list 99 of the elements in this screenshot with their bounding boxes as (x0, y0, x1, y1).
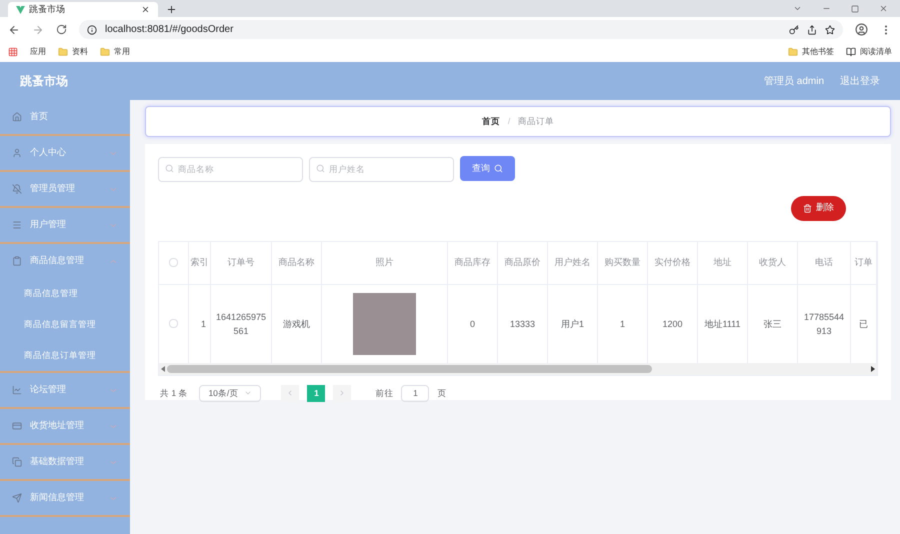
back-icon[interactable] (8, 24, 20, 36)
chevron-down-icon (244, 389, 252, 397)
forward-icon[interactable] (32, 24, 44, 36)
page-button[interactable]: 1 (307, 384, 326, 402)
menu-item-icon (12, 220, 22, 230)
submenu-item[interactable]: 商品信息订单管理 (0, 340, 130, 371)
app-title: 跳蚤市场 (20, 73, 69, 90)
column-header: 用户姓名 (554, 256, 590, 269)
key-icon[interactable] (789, 24, 799, 34)
table-cell-text: 地址1111 (703, 318, 742, 330)
folder-icon (58, 47, 68, 57)
sidebar-item[interactable]: 基础数据管理 (0, 445, 130, 479)
profile-icon[interactable] (855, 23, 868, 36)
column-header: 商品名称 (278, 256, 314, 269)
share-icon[interactable] (807, 24, 817, 34)
breadcrumb-item: 商品订单 (518, 115, 554, 128)
scroll-right-icon[interactable] (871, 366, 875, 372)
checkbox[interactable] (169, 319, 178, 328)
search-button[interactable]: 查询 (460, 156, 515, 181)
sidebar-item[interactable]: 新闻信息管理 (0, 481, 130, 515)
table-cell-text: 1 (618, 318, 626, 330)
column-header: 照片 (376, 256, 394, 269)
folder-icon (788, 47, 798, 57)
menu-item-icon (12, 457, 22, 467)
apps-icon[interactable] (8, 47, 18, 57)
column-header: 购买数量 (604, 256, 640, 269)
table-cell-text: 张三 (762, 318, 782, 330)
column-header: 商品原价 (504, 256, 540, 269)
sidebar-item[interactable]: 论坛管理 (0, 373, 130, 407)
table-cell-text: 1 (200, 318, 208, 330)
sidebar-item[interactable]: 商品信息管理 (0, 244, 130, 278)
checkbox[interactable] (169, 258, 178, 267)
user-label: 管理员 admin (764, 74, 824, 88)
goto-label: 前往 (375, 386, 394, 400)
photo-placeholder (353, 292, 416, 354)
menu-item-icon (12, 256, 22, 266)
search-icon (494, 164, 503, 173)
page-size-select[interactable]: 10条/页 (199, 384, 262, 402)
scroll-left-icon[interactable] (161, 366, 165, 372)
bookmark-item[interactable]: 阅读清单 (846, 46, 892, 58)
bookmark-item[interactable]: 其他书签 (788, 46, 834, 58)
search-field[interactable]: 商品名称 (158, 156, 303, 182)
close-window-icon[interactable] (879, 4, 888, 13)
search-field[interactable]: 用户姓名 (309, 156, 454, 182)
table-cell-text: 13333 (508, 318, 536, 330)
tab-search-icon[interactable] (793, 4, 802, 13)
table-cell-text: 1200 (661, 318, 684, 330)
table-cell-text: 游戏机 (282, 318, 311, 330)
menu-item-icon (12, 112, 22, 122)
horizontal-scrollbar[interactable] (159, 362, 877, 374)
bookmark-star-icon[interactable] (825, 24, 835, 34)
menu-item-icon (12, 385, 22, 395)
bookmark-item[interactable]: 常用 (100, 46, 130, 58)
menu-item-icon (12, 184, 22, 194)
column-header: 订单 (854, 256, 872, 269)
sidebar-item[interactable]: 个人中心 (0, 136, 130, 170)
sidebar-item[interactable]: 用户管理 (0, 208, 130, 242)
column-header: 收货人 (759, 256, 786, 269)
search-icon (316, 164, 325, 173)
table-cell-text: 17785544913 (802, 310, 846, 338)
info-icon (87, 24, 97, 34)
restore-icon[interactable] (851, 5, 859, 13)
sidebar-item[interactable]: 收货地址管理 (0, 409, 130, 443)
table-cell-text: 已 (858, 318, 869, 330)
reload-icon[interactable] (56, 24, 67, 35)
goto-page-field[interactable]: 1 (401, 384, 430, 402)
column-header: 订单号 (228, 256, 254, 269)
column-header: 电话 (815, 256, 833, 269)
total-count: 共 1 条 (160, 386, 188, 400)
menu-item-icon (12, 421, 22, 431)
submenu-item[interactable]: 商品信息管理 (0, 278, 130, 309)
browser-tab[interactable]: 跳蚤市场 (8, 2, 158, 17)
sidebar-item[interactable]: 管理员管理 (0, 172, 130, 206)
bookmark-item[interactable]: 应用 (30, 46, 46, 58)
bookmark-item[interactable]: 资料 (58, 46, 88, 58)
column-header: 商品库存 (454, 256, 490, 269)
table-cell-text: 用户1 (560, 318, 585, 330)
column-header: 地址 (714, 256, 732, 269)
column-header: 实付价格 (654, 256, 690, 269)
delete-button[interactable]: 删除 (791, 196, 846, 220)
table-cell-text: 0 (468, 318, 476, 330)
menu-item-icon (12, 493, 22, 503)
trash-icon (803, 204, 812, 212)
close-icon[interactable] (141, 5, 150, 14)
address-bar[interactable]: localhost:8081/#/goodsOrder (79, 20, 843, 39)
table-cell-text: 1641265975561 (214, 310, 268, 338)
logout-link[interactable]: 退出登录 (840, 74, 880, 88)
v-logo-icon (16, 6, 25, 14)
folder-icon (100, 47, 110, 57)
submenu-item[interactable]: 商品信息留言管理 (0, 309, 130, 340)
reading-list-icon (846, 47, 856, 57)
sidebar-item[interactable]: 首页 (0, 100, 130, 134)
menu-item-icon (12, 148, 22, 158)
column-header: 索引 (190, 256, 208, 269)
new-tab-icon[interactable] (166, 4, 177, 15)
goto-suffix: 页 (437, 386, 446, 400)
search-icon (165, 164, 174, 173)
breadcrumb-separator: / (508, 115, 510, 128)
breadcrumb-item[interactable]: 首页 (482, 115, 500, 128)
